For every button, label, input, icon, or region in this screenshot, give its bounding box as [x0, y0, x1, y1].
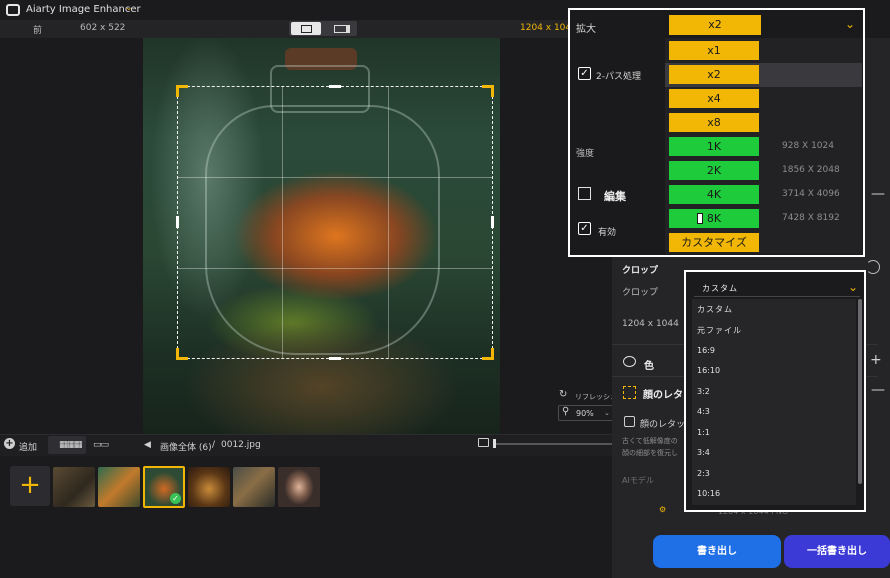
- upscale-option-resolution: 1856 X 2048: [782, 165, 840, 175]
- enable-label: 有効: [598, 228, 617, 238]
- edit-icon: [578, 187, 591, 200]
- grid-icon: ▦▦▦: [59, 440, 82, 450]
- crop-handle-bottom[interactable]: [329, 357, 341, 360]
- chevron-down-icon[interactable]: ⌄: [848, 280, 858, 294]
- add-button[interactable]: 追加: [19, 440, 37, 453]
- crop-section-title: クロップ: [622, 266, 659, 276]
- face-description: 顔の細部を復元し: [622, 449, 678, 457]
- crop-handle-bottom-left[interactable]: [176, 348, 188, 360]
- strength-label: 強度: [576, 149, 595, 159]
- upscale-option-custom[interactable]: カスタマイズ: [669, 233, 759, 252]
- minus-icon[interactable]: —: [871, 186, 885, 202]
- crop-handle-top-right[interactable]: [482, 85, 494, 97]
- crop-option[interactable]: 10:16: [697, 489, 720, 498]
- two-pass-label: 2-パス処理: [596, 72, 641, 82]
- back-arrow-icon[interactable]: ◀: [144, 440, 151, 450]
- thumbnail[interactable]: [53, 467, 95, 507]
- crop-grid-line: [388, 86, 389, 359]
- before-size: 602 x 522: [80, 23, 126, 33]
- batch-export-button[interactable]: 一括書き出し: [784, 535, 890, 568]
- export-button[interactable]: 書き出し: [653, 535, 781, 568]
- add-icon[interactable]: +: [4, 438, 15, 449]
- palette-icon: [623, 356, 636, 367]
- refresh-icon[interactable]: ↻: [559, 389, 567, 400]
- filmstrip-view-icon[interactable]: ▭▭: [93, 440, 109, 450]
- crop-option[interactable]: 3:4: [697, 448, 710, 457]
- edit-section-title[interactable]: 編集: [604, 188, 626, 204]
- thumbnail[interactable]: [98, 467, 140, 507]
- crop-handle-bottom-right[interactable]: [482, 348, 494, 360]
- add-image-tile[interactable]: +: [10, 466, 50, 506]
- app-logo-icon: [6, 4, 20, 16]
- crop-option[interactable]: 3:2: [697, 387, 710, 396]
- ai-model-label: AIモデル: [622, 476, 654, 485]
- refresh-label[interactable]: リフレッシュ: [575, 392, 617, 402]
- face-retouch-checkbox[interactable]: [624, 416, 635, 427]
- file-name: 0012.jpg: [221, 440, 261, 450]
- color-section-title[interactable]: 色: [644, 357, 654, 372]
- upscale-option-8k[interactable]: 8K: [669, 209, 759, 228]
- crop-handle-top-left[interactable]: [176, 85, 188, 97]
- upscale-option-x2[interactable]: x2: [669, 65, 759, 84]
- chevron-down-icon: ⌄: [604, 409, 610, 417]
- two-pass-checkbox[interactable]: ✓: [578, 67, 591, 80]
- upscale-label: 拡大: [576, 24, 596, 35]
- crop-size: 1204 x 1044: [622, 319, 679, 329]
- crop-option[interactable]: カスタム: [697, 304, 733, 315]
- expand-icon[interactable]: +: [870, 352, 882, 368]
- crop-frame[interactable]: [177, 86, 493, 359]
- upscale-option-resolution: 3714 X 4096: [782, 189, 840, 199]
- upscale-select[interactable]: x2: [669, 15, 761, 35]
- check-icon: ✓: [170, 493, 181, 504]
- crop-option[interactable]: 元ファイル: [697, 325, 742, 336]
- crop-option[interactable]: 16:9: [697, 346, 715, 355]
- crop-handle-right[interactable]: [491, 216, 494, 228]
- thumbnail-size-slider-handle[interactable]: [493, 439, 496, 448]
- chevron-down-icon[interactable]: ⌄: [125, 3, 133, 13]
- output-settings-icon[interactable]: ⚙: [659, 505, 666, 514]
- crop-option[interactable]: 16:10: [697, 366, 720, 375]
- crop-option[interactable]: 2:3: [697, 469, 710, 478]
- crop-grid-line: [177, 268, 493, 269]
- upscale-option-x4[interactable]: x4: [669, 89, 759, 108]
- image-size-icon: [478, 438, 489, 447]
- zoom-value: 90%: [576, 409, 594, 418]
- upscale-option-resolution: 7428 X 8192: [782, 213, 840, 223]
- search-icon: ⚲: [562, 406, 570, 417]
- crop-label: クロップ: [622, 288, 659, 298]
- reset-icon[interactable]: [866, 260, 880, 274]
- upscale-option-2k[interactable]: 2K: [669, 161, 759, 180]
- crop-option[interactable]: 4:3: [697, 407, 710, 416]
- crop-handle-top[interactable]: [329, 85, 341, 88]
- split-view-button[interactable]: [325, 22, 355, 35]
- scrollbar[interactable]: [858, 299, 862, 484]
- crop-select-value: カスタム: [702, 284, 738, 293]
- upscale-option-4k[interactable]: 4K: [669, 185, 759, 204]
- face-icon: [623, 386, 636, 399]
- text-cursor-icon: [697, 213, 703, 224]
- chevron-down-icon[interactable]: ⌄: [845, 17, 855, 31]
- crop-grid-line: [282, 86, 283, 359]
- crop-option[interactable]: 1:1: [697, 428, 710, 437]
- path-separator: /: [212, 440, 216, 450]
- collapse-icon[interactable]: —: [871, 382, 885, 398]
- upscale-option-resolution: 928 X 1024: [782, 141, 834, 151]
- enable-checkbox[interactable]: ✓: [578, 222, 591, 235]
- face-description: 古くて低解像度の: [622, 437, 678, 445]
- crop-grid-line: [177, 177, 493, 178]
- all-images-link[interactable]: 画像全体 (6): [160, 440, 212, 453]
- upscale-option-x8[interactable]: x8: [669, 113, 759, 132]
- thumbnail[interactable]: [233, 467, 275, 507]
- app-title[interactable]: Aiarty Image Enhancer: [26, 4, 141, 15]
- thumbnail[interactable]: [188, 467, 230, 507]
- thumbnail[interactable]: [278, 467, 320, 507]
- crop-handle-left[interactable]: [176, 216, 179, 228]
- upscale-option-x1[interactable]: x1: [669, 41, 759, 60]
- single-view-button[interactable]: [291, 22, 321, 35]
- before-label: 前: [33, 26, 43, 36]
- upscale-option-1k[interactable]: 1K: [669, 137, 759, 156]
